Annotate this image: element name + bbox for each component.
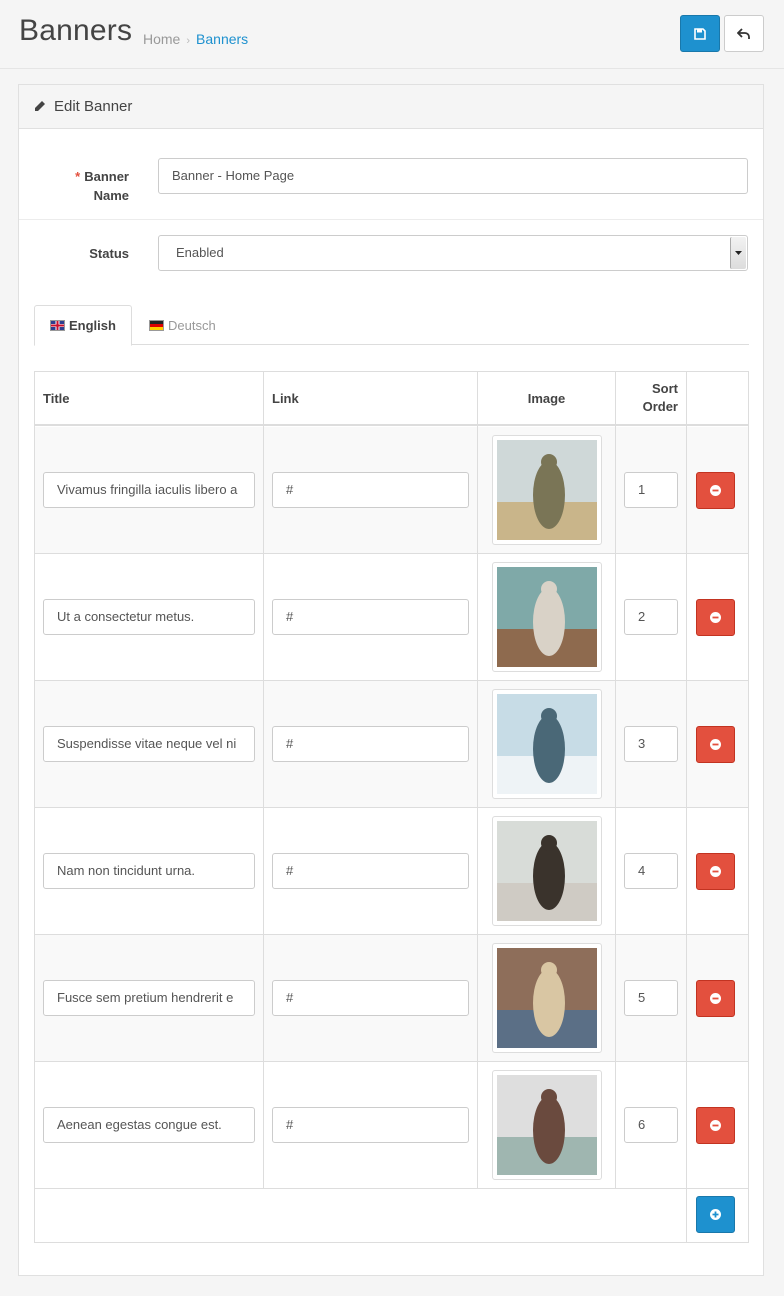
woman-in-dress-photo bbox=[497, 1075, 597, 1175]
col-image-header: Image bbox=[478, 372, 615, 426]
banner-link-input[interactable]: # bbox=[272, 726, 469, 762]
woman-with-sunglasses-photo bbox=[497, 567, 597, 667]
save-icon bbox=[694, 27, 706, 40]
table-row: Vivamus fringilla iaculis libero a #1 bbox=[35, 427, 748, 554]
banner-link-input[interactable]: # bbox=[272, 853, 469, 889]
language-tabs: English Deutsch bbox=[34, 305, 749, 346]
breadcrumb-home[interactable]: Home bbox=[143, 31, 180, 47]
plus-circle-icon bbox=[710, 1209, 721, 1220]
status-row: Status Enabled bbox=[19, 220, 763, 292]
tab-english[interactable]: English bbox=[34, 305, 132, 346]
banner-name-row: * Banner Name Banner - Home Page bbox=[19, 129, 763, 220]
table-row: Fusce sem pretium hendrerit e #5 bbox=[35, 935, 748, 1062]
banner-link-input[interactable]: # bbox=[272, 599, 469, 635]
banner-image-thumb[interactable] bbox=[492, 943, 602, 1053]
save-button[interactable] bbox=[680, 15, 720, 52]
banner-title-input[interactable]: Vivamus fringilla iaculis libero a bbox=[43, 472, 255, 508]
banner-image-thumb[interactable] bbox=[492, 689, 602, 799]
page-header: Banners Home › Banners bbox=[0, 0, 784, 69]
banner-image-thumb[interactable] bbox=[492, 816, 602, 926]
uk-flag-icon bbox=[50, 320, 65, 331]
remove-image-button[interactable] bbox=[696, 599, 735, 636]
status-label: Status bbox=[89, 246, 129, 261]
table-row: Ut a consectetur metus. #2 bbox=[35, 554, 748, 681]
sort-order-input[interactable]: 6 bbox=[624, 1107, 678, 1143]
banner-title-input[interactable]: Suspendisse vitae neque vel ni bbox=[43, 726, 255, 762]
de-flag-icon bbox=[149, 320, 164, 331]
banner-image-thumb[interactable] bbox=[492, 435, 602, 545]
breadcrumb-banners[interactable]: Banners bbox=[196, 31, 248, 47]
banner-image-thumb[interactable] bbox=[492, 562, 602, 672]
banner-images-table: Title Link Image Sort Order Vivamus fring… bbox=[34, 371, 749, 1243]
panel-title: Edit Banner bbox=[54, 98, 133, 115]
snowy-mountain-photo bbox=[497, 694, 597, 794]
minus-circle-icon bbox=[710, 612, 721, 623]
status-select[interactable]: Enabled bbox=[158, 235, 748, 271]
back-button[interactable] bbox=[724, 15, 764, 52]
minus-circle-icon bbox=[710, 739, 721, 750]
banner-title-input[interactable]: Nam non tincidunt urna. bbox=[43, 853, 255, 889]
minus-circle-icon bbox=[710, 993, 721, 1004]
panel-heading: Edit Banner bbox=[19, 85, 763, 129]
blonde-woman-photo bbox=[497, 948, 597, 1048]
banner-name-label: * Banner Name bbox=[75, 169, 129, 203]
remove-image-button[interactable] bbox=[696, 726, 735, 763]
reply-icon bbox=[737, 27, 750, 39]
col-link-header: Link bbox=[272, 372, 299, 426]
banner-name-input[interactable]: Banner - Home Page bbox=[158, 158, 748, 194]
minus-circle-icon bbox=[710, 1120, 721, 1131]
remove-image-button[interactable] bbox=[696, 980, 735, 1017]
table-row: Aenean egestas congue est. #6 bbox=[35, 1062, 748, 1189]
banner-link-input[interactable]: # bbox=[272, 1107, 469, 1143]
banner-image-thumb[interactable] bbox=[492, 1070, 602, 1180]
table-row: Suspendisse vitae neque vel ni #3 bbox=[35, 681, 748, 808]
banner-link-input[interactable]: # bbox=[272, 472, 469, 508]
minus-circle-icon bbox=[710, 866, 721, 877]
status-select-value: Enabled bbox=[176, 245, 224, 260]
page-title: Banners bbox=[19, 14, 133, 47]
chevron-down-icon bbox=[730, 237, 746, 269]
banner-title-input[interactable]: Aenean egestas congue est. bbox=[43, 1107, 255, 1143]
table-row: Nam non tincidunt urna. #4 bbox=[35, 808, 748, 935]
col-title-header: Title bbox=[43, 372, 70, 426]
remove-image-button[interactable] bbox=[696, 472, 735, 509]
sort-order-input[interactable]: 4 bbox=[624, 853, 678, 889]
tab-deutsch[interactable]: Deutsch bbox=[134, 305, 231, 346]
banner-link-input[interactable]: # bbox=[272, 980, 469, 1016]
remove-image-button[interactable] bbox=[696, 853, 735, 890]
minus-circle-icon bbox=[710, 485, 721, 496]
add-image-button[interactable] bbox=[696, 1196, 735, 1233]
banner-title-input[interactable]: Ut a consectetur metus. bbox=[43, 599, 255, 635]
woman-by-rock-photo bbox=[497, 821, 597, 921]
pencil-icon bbox=[35, 101, 45, 111]
remove-image-button[interactable] bbox=[696, 1107, 735, 1144]
breadcrumb: Home › Banners bbox=[143, 31, 249, 47]
sort-order-input[interactable]: 2 bbox=[624, 599, 678, 635]
sort-order-input[interactable]: 3 bbox=[624, 726, 678, 762]
woman-in-field-photo bbox=[497, 440, 597, 540]
sort-order-input[interactable]: 1 bbox=[624, 472, 678, 508]
sort-order-input[interactable]: 5 bbox=[624, 980, 678, 1016]
col-sort-header: Sort Order bbox=[616, 372, 678, 426]
edit-banner-panel: Edit Banner * Banner Name Banner - Home Pa… bbox=[18, 84, 764, 1276]
banner-title-input[interactable]: Fusce sem pretium hendrerit e bbox=[43, 980, 255, 1016]
